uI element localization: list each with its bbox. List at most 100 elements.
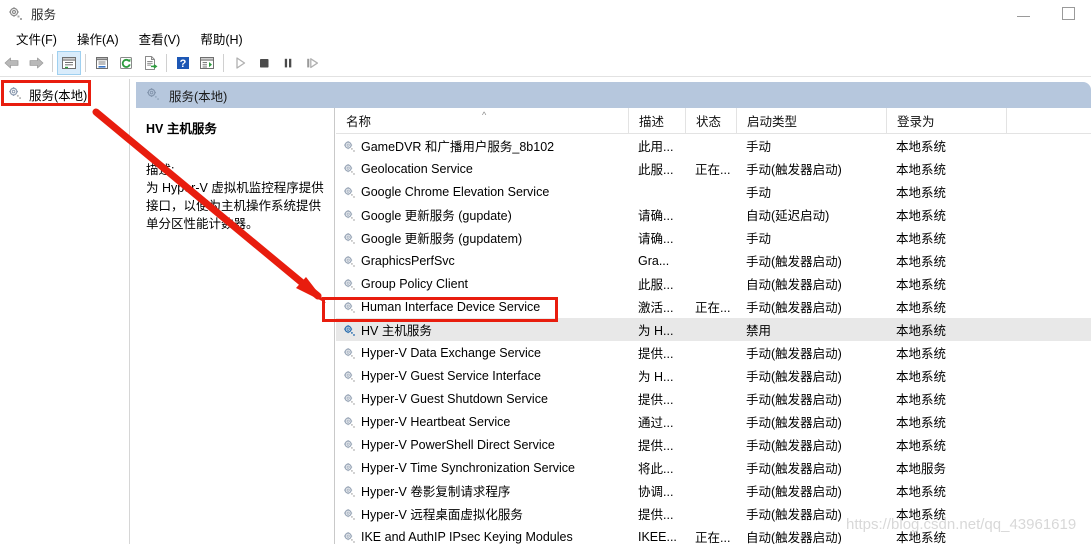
service-startup-type-cell: 手动 (746, 186, 772, 200)
service-name-cell: Hyper-V Data Exchange Service (336, 341, 628, 364)
service-name-label: Google 更新服务 (gupdate) (361, 209, 512, 223)
menu-view[interactable]: 查看(V) (129, 27, 191, 50)
service-startup-type-cell: 禁用 (746, 324, 772, 338)
service-description-cell: 提供... (638, 347, 674, 361)
service-startup-type-cell: 手动(触发器启动) (746, 370, 842, 384)
menu-action[interactable]: 操作(A) (67, 27, 129, 50)
pause-service-icon[interactable] (276, 51, 300, 75)
table-row[interactable]: Hyper-V Time Synchronization Service 将此..… (336, 456, 1091, 479)
show-hide-console-icon[interactable] (195, 51, 219, 75)
service-description-cell: 此服... (638, 163, 674, 177)
menu-help[interactable]: 帮助(H) (190, 27, 252, 50)
service-name-label: HV 主机服务 (361, 324, 432, 338)
table-row[interactable]: Google Chrome Elevation Service 手动 本地系统 (336, 180, 1091, 203)
service-description-cell: IKEE... (638, 529, 677, 544)
show-tree-icon[interactable] (57, 51, 81, 75)
service-status-cell (685, 203, 736, 226)
menu-file[interactable]: 文件(F) (6, 27, 67, 50)
table-row[interactable]: Hyper-V 远程桌面虚拟化服务 提供... 手动(触发器启动) 本地系统 (336, 502, 1091, 525)
table-row[interactable]: Google 更新服务 (gupdatem) 请确... 手动 本地系统 (336, 226, 1091, 249)
table-row[interactable]: Geolocation Service 此服... 正在... 手动(触发器启动) 本地… (336, 157, 1091, 180)
table-row[interactable]: Google 更新服务 (gupdate) 请确... 自动(延迟启动) 本地系统 (336, 203, 1091, 226)
sidebar-item-services-local[interactable]: 服务(本地) (0, 83, 129, 105)
toolbar-separator (85, 54, 86, 72)
list-column-headers: 名称 ^ 描述 状态 启动类型 登录为 (336, 108, 1091, 134)
maximize-button[interactable] (1046, 0, 1091, 26)
service-name-cell: Hyper-V PowerShell Direct Service (336, 433, 628, 456)
service-details-panel: HV 主机服务 描述: 为 Hyper-V 虚拟机监控程序提供接口，以便为主机操… (136, 108, 335, 544)
caption-buttons (1001, 0, 1091, 26)
stop-service-icon[interactable] (252, 51, 276, 75)
results-pane: 服务(本地) HV 主机服务 描述: 为 Hyper-V 虚拟机监控程序提供接口… (131, 79, 1091, 544)
service-startup-type-cell: 手动(触发器启动) (746, 347, 842, 361)
service-startup-type-cell: 手动(触发器启动) (746, 301, 842, 315)
service-log-on-as-cell: 本地系统 (896, 439, 947, 453)
column-header-description[interactable]: 描述 (628, 108, 685, 133)
column-header-name[interactable]: 名称 ^ (336, 108, 628, 133)
table-row[interactable]: Hyper-V Guest Shutdown Service 提供... 手动(触发… (336, 387, 1091, 410)
service-name-label: Human Interface Device Service (361, 299, 541, 314)
forward-icon[interactable] (24, 51, 48, 75)
column-header-status[interactable]: 状态 (685, 108, 736, 133)
service-name-cell: GraphicsPerfSvc (336, 249, 628, 272)
table-row[interactable]: GraphicsPerfSvc Gra... 手动(触发器启动) 本地系统 (336, 249, 1091, 272)
service-startup-type-cell: 手动(触发器启动) (746, 485, 842, 499)
table-row[interactable]: HV 主机服务 为 H... 禁用 本地系统 (336, 318, 1091, 341)
restart-service-icon[interactable] (300, 51, 324, 75)
refresh-icon[interactable] (114, 51, 138, 75)
selected-service-title: HV 主机服务 (146, 122, 217, 136)
service-name-cell: Google 更新服务 (gupdatem) (336, 226, 628, 249)
service-log-on-as-cell: 本地系统 (896, 324, 947, 338)
service-name-label: Hyper-V Guest Service Interface (361, 368, 541, 383)
service-log-on-as-cell: 本地系统 (896, 347, 947, 361)
service-name-label: Hyper-V 卷影复制请求程序 (361, 485, 511, 499)
table-row[interactable]: IKE and AuthIP IPsec Keying Modules IKEE.… (336, 525, 1091, 544)
service-gear-icon (342, 346, 356, 360)
service-name-cell: Hyper-V Heartbeat Service (336, 410, 628, 433)
service-name-label: Google Chrome Elevation Service (361, 184, 550, 199)
service-log-on-as-cell: 本地系统 (896, 393, 947, 407)
service-description-cell: 激活... (638, 301, 674, 315)
minimize-button[interactable] (1001, 0, 1046, 26)
table-row[interactable]: Human Interface Device Service 激活... 正在...… (336, 295, 1091, 318)
table-row[interactable]: Hyper-V Guest Service Interface 为 H... 手动(… (336, 364, 1091, 387)
service-log-on-as-cell: 本地系统 (896, 140, 947, 154)
help-icon[interactable]: ? (171, 51, 195, 75)
table-row[interactable]: Hyper-V Data Exchange Service 提供... 手动(触发器… (336, 341, 1091, 364)
service-log-on-as-cell: 本地系统 (896, 278, 947, 292)
service-startup-type-cell: 自动(触发器启动) (746, 278, 842, 292)
service-gear-icon (342, 530, 356, 544)
services-gear-icon (7, 5, 23, 21)
service-description-cell: 通过... (638, 416, 674, 430)
service-status-cell (685, 410, 736, 433)
services-list: 名称 ^ 描述 状态 启动类型 登录为 GameDVR 和广播用户服务_8b10… (336, 108, 1091, 544)
start-service-icon[interactable] (228, 51, 252, 75)
properties-icon[interactable] (90, 51, 114, 75)
service-name-label: Hyper-V PowerShell Direct Service (361, 437, 555, 452)
service-name-cell: Google 更新服务 (gupdate) (336, 203, 628, 226)
table-row[interactable]: GameDVR 和广播用户服务_8b102 此用... 手动 本地系统 (336, 134, 1091, 157)
service-status-cell (685, 272, 736, 295)
table-row[interactable]: Hyper-V PowerShell Direct Service 提供... 手动… (336, 433, 1091, 456)
service-log-on-as-cell: 本地系统 (896, 232, 947, 246)
column-header-name-label: 名称 (346, 115, 372, 129)
back-icon[interactable] (0, 51, 24, 75)
table-row[interactable]: Group Policy Client 此服... 自动(触发器启动) 本地系统 (336, 272, 1091, 295)
service-name-cell: Hyper-V Guest Shutdown Service (336, 387, 628, 410)
service-log-on-as-cell: 本地系统 (896, 301, 947, 315)
table-row[interactable]: Hyper-V 卷影复制请求程序 协调... 手动(触发器启动) 本地系统 (336, 479, 1091, 502)
service-name-cell: Google Chrome Elevation Service (336, 180, 628, 203)
service-gear-icon (342, 507, 356, 521)
service-gear-icon (342, 277, 356, 291)
service-description-cell: Gra... (638, 253, 670, 268)
column-header-log-on-as[interactable]: 登录为 (886, 108, 1006, 133)
export-list-icon[interactable] (138, 51, 162, 75)
service-name-label: Hyper-V Time Synchronization Service (361, 460, 575, 475)
table-row[interactable]: Hyper-V Heartbeat Service 通过... 手动(触发器启动) 本… (336, 410, 1091, 433)
services-gear-icon (145, 86, 160, 104)
service-name-cell: Group Policy Client (336, 272, 628, 295)
service-status-cell (685, 479, 736, 502)
service-log-on-as-cell: 本地系统 (896, 255, 947, 269)
service-name-cell: IKE and AuthIP IPsec Keying Modules (336, 525, 628, 544)
column-header-startup-type[interactable]: 启动类型 (736, 108, 886, 133)
